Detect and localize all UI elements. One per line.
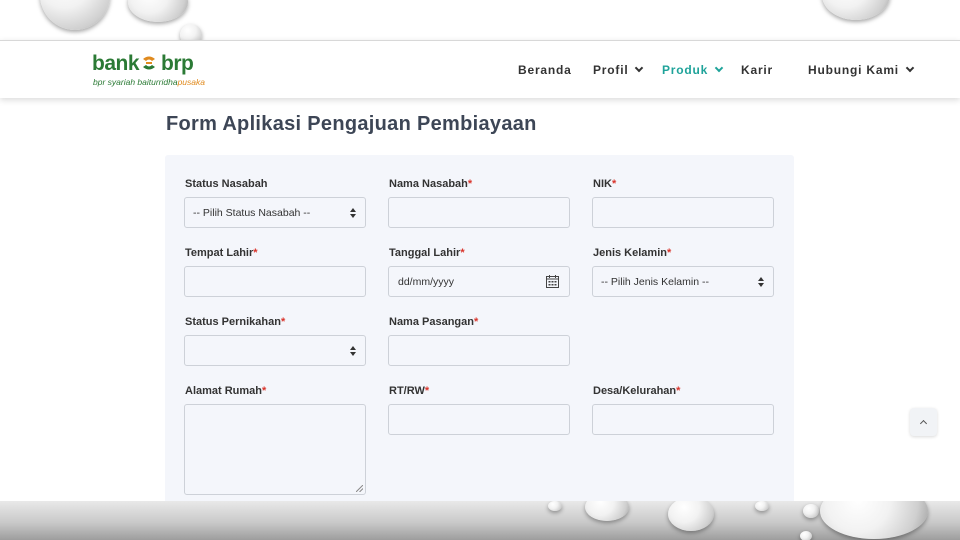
logo-tagline-text: bpr syariah baiturridha [93,77,178,87]
label-text: Tanggal Lahir [389,247,461,259]
date-placeholder: dd/mm/yyyy [398,276,455,288]
label-text: Jenis Kelamin [593,247,667,259]
alamat-rumah-label: Alamat Rumah* [185,385,266,397]
main-navbar: bank brp bpr syariah baiturridhapusaka Be… [0,40,960,98]
calendar-icon[interactable] [546,275,559,288]
tanggal-lahir-date-input[interactable]: dd/mm/yyyy [388,266,570,297]
required-asterisk: * [253,247,258,259]
logo-tagline: bpr syariah baiturridhapusaka [93,77,205,87]
alamat-rumah-textarea[interactable] [184,404,366,495]
water-droplet [180,24,202,40]
required-asterisk: * [280,316,286,328]
water-droplet [128,0,188,22]
nav-item-label: Beranda [518,63,572,77]
decorative-header-band [0,0,960,40]
required-asterisk: * [611,178,617,190]
chevron-up-icon [919,419,928,428]
required-asterisk: * [676,385,681,397]
chevron-down-icon [905,63,915,73]
label-text: Alamat Rumah [185,385,263,397]
label-text: RT/RW [389,385,425,397]
nav-item-hubungi-kami[interactable]: Hubungi Kami [808,41,915,99]
water-droplet [585,501,629,521]
status-nasabah-select[interactable]: -- Pilih Status Nasabah -- [184,197,366,228]
label-text: Status Nasabah [185,178,268,190]
rt-rw-input[interactable] [388,404,570,435]
desa-kelurahan-label: Desa/Kelurahan* [593,385,680,397]
nav-item-profil[interactable]: Profil [593,41,644,99]
nav-item-label: Hubungi Kami [808,63,899,77]
nik-input[interactable] [592,197,774,228]
page-title: Form Aplikasi Pengajuan Pembiayaan [166,113,537,135]
required-asterisk: * [460,247,465,259]
nik-label: NIK* [593,178,616,190]
tanggal-lahir-label: Tanggal Lahir* [389,247,465,259]
nav-item-karir[interactable]: Karir [741,41,773,99]
desa-kelurahan-input[interactable] [592,404,774,435]
sort-icon [350,208,357,219]
nav-item-label: Profil [593,63,629,77]
required-asterisk: * [666,247,672,259]
decorative-footer-band [0,501,960,540]
tempat-lahir-label: Tempat Lahir* [185,247,258,259]
water-droplet [822,0,890,20]
select-value: -- Pilih Status Nasabah -- [193,207,311,219]
water-droplet [803,504,819,518]
tempat-lahir-input[interactable] [184,266,366,297]
nama-nasabah-label: Nama Nasabah* [389,178,472,190]
water-droplet [820,501,928,539]
status-pernikahan-select[interactable] [184,335,366,366]
water-droplet [668,501,714,531]
water-droplet [800,531,812,540]
required-asterisk: * [473,316,479,328]
brand-logo[interactable]: bank brp bpr syariah baiturridhapusaka [92,52,205,92]
label-text: NIK [593,178,612,190]
water-droplet [40,0,110,30]
status-pernikahan-label: Status Pernikahan* [185,316,285,328]
chevron-down-icon [714,63,724,73]
label-text: Tempat Lahir [185,247,254,259]
label-text: Desa/Kelurahan [593,385,677,397]
logo-emblem-icon [143,56,155,70]
chevron-down-icon [635,63,644,73]
nama-pasangan-input[interactable] [388,335,570,366]
nav-item-beranda[interactable]: Beranda [518,41,572,99]
resize-handle-icon[interactable] [356,485,363,492]
nav-item-label: Karir [741,63,774,77]
nama-pasangan-label: Nama Pasangan* [389,316,478,328]
logo-text-left: bank [92,52,140,75]
sort-icon [350,346,357,357]
sort-icon [758,277,765,288]
back-to-top-button[interactable] [910,408,937,436]
required-asterisk: * [467,178,473,190]
rt-rw-label: RT/RW* [389,385,429,397]
water-droplet [548,501,562,511]
nav-item-label: Produk [662,63,709,77]
select-value: -- Pilih Jenis Kelamin -- [601,276,709,288]
label-text: Status Pernikahan [185,316,281,328]
water-droplet [755,501,769,511]
label-text: Nama Nasabah [389,178,468,190]
required-asterisk: * [424,385,430,397]
logo-text-right: brp [161,52,194,75]
status-nasabah-label: Status Nasabah [185,178,268,190]
logo-tagline-accent: pusaka [177,77,205,87]
label-text: Nama Pasangan [389,316,474,328]
jenis-kelamin-label: Jenis Kelamin* [593,247,671,259]
required-asterisk: * [262,385,267,397]
jenis-kelamin-select[interactable]: -- Pilih Jenis Kelamin -- [592,266,774,297]
nav-item-produk[interactable]: Produk [662,41,724,99]
nama-nasabah-input[interactable] [388,197,570,228]
